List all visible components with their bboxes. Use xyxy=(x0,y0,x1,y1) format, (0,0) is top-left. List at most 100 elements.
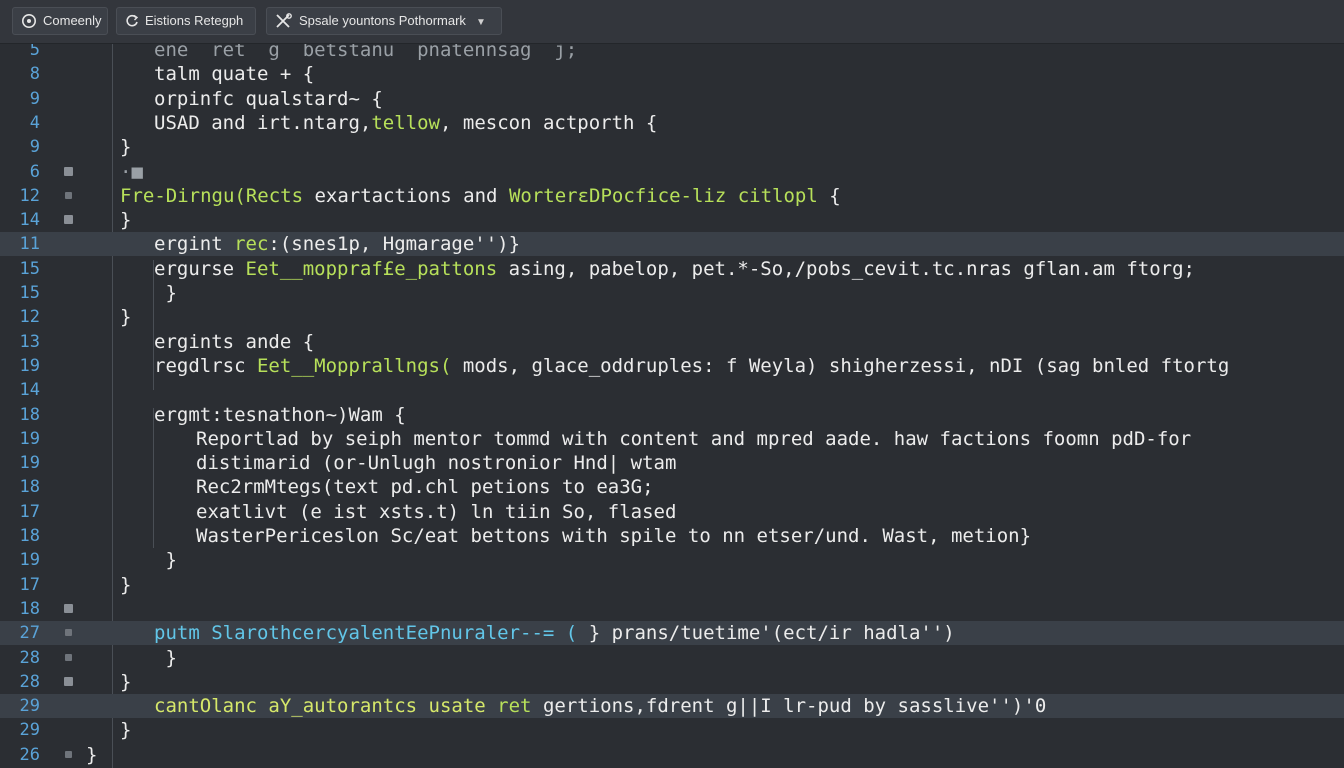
code-line[interactable]: 14} xyxy=(0,208,1344,232)
line-number[interactable]: 14 xyxy=(0,378,40,402)
line-number[interactable]: 29 xyxy=(0,718,40,742)
code-line[interactable]: 29 cantOlanc aY_autorantcs usate ret gert… xyxy=(0,694,1344,719)
code-token: } prans/tuetime'(ect/ir hadla'') xyxy=(588,622,955,645)
code-line[interactable]: 17} xyxy=(0,573,1344,597)
line-number[interactable]: 5 xyxy=(0,44,40,62)
line-number[interactable]: 18 xyxy=(0,403,40,427)
line-number[interactable]: 19 xyxy=(0,354,40,378)
code-token: Eet__Mopprallngs( xyxy=(256,354,452,377)
line-number[interactable]: 18 xyxy=(0,597,40,621)
line-number[interactable]: 19 xyxy=(0,548,40,572)
tools-dropdown[interactable]: Spsale yountons Pothormark ▼ xyxy=(266,7,502,35)
line-number[interactable]: 18 xyxy=(0,475,40,499)
fold-marker-icon[interactable] xyxy=(65,750,72,758)
code-token: gertions,fdrent g||I lr-pud by sasslive'… xyxy=(531,695,1047,718)
code-line[interactable]: 9} xyxy=(0,135,1344,159)
code-token: Eet__moppraf£e_pattons xyxy=(245,257,498,280)
code-line[interactable]: 9 orpinfc qualstard~ { xyxy=(0,87,1344,111)
code-line[interactable]: 12 Fre-Dirngu(Rects exartactions and Wort… xyxy=(0,184,1344,208)
line-number[interactable]: 8 xyxy=(0,62,40,86)
line-number[interactable]: 9 xyxy=(0,135,40,159)
line-number[interactable]: 19 xyxy=(0,427,40,451)
code-line[interactable]: 18 WasterPericeslon Sc/eat bettons with s… xyxy=(0,524,1344,548)
fold-marker-icon[interactable] xyxy=(64,215,73,225)
fold-marker-icon[interactable] xyxy=(64,166,73,176)
code-text: putm SlarothcercyalentEePnuraler--= ( } … xyxy=(154,621,955,645)
code-token: putm xyxy=(154,622,212,645)
line-number[interactable]: 4 xyxy=(0,111,40,135)
code-line[interactable]: 19 } xyxy=(0,548,1344,572)
line-number[interactable]: 18 xyxy=(0,524,40,548)
code-line[interactable]: 12} xyxy=(0,305,1344,329)
fold-marker-icon[interactable] xyxy=(64,676,73,686)
code-line[interactable]: 28 } xyxy=(0,646,1344,670)
line-number[interactable]: 15 xyxy=(0,257,40,281)
code-line[interactable]: 27 putm SlarothcercyalentEePnuraler--= ( … xyxy=(0,621,1344,646)
code-token: ergints ande { xyxy=(154,330,315,353)
code-token: distimarid (or-Unlugh nostronior Hnd| wt… xyxy=(196,452,677,475)
code-token: regdlrsc xyxy=(154,354,257,377)
fold-marker-icon[interactable] xyxy=(65,629,72,637)
code-line[interactable]: 15 ergurse Eet__moppraf£e_pattons asing, … xyxy=(0,257,1344,281)
code-token: WasterPericeslon Sc/eat bettons with spi… xyxy=(196,525,1032,547)
code-text: } xyxy=(154,281,176,305)
code-line[interactable]: 19 distimarid (or-Unlugh nostronior Hnd| … xyxy=(0,451,1344,475)
code-line[interactable]: 18 ergmt:tesnathon~)Wam { xyxy=(0,403,1344,427)
code-line[interactable]: 5 ene ret g betstanu pnatennsag j; xyxy=(0,44,1344,62)
code-text: USAD and irt.ntarg,tellow, mescon actpor… xyxy=(154,111,657,135)
code-line[interactable]: 15 } xyxy=(0,281,1344,305)
code-line[interactable]: 26} xyxy=(0,743,1344,767)
line-number[interactable]: 17 xyxy=(0,500,40,524)
code-line[interactable]: 17 exatlivt (e ist xsts.t) ln tiin So, fl… xyxy=(0,500,1344,524)
community-button[interactable]: Comeenly xyxy=(12,7,108,35)
code-token: } xyxy=(120,306,132,329)
line-number[interactable]: 15 xyxy=(0,281,40,305)
line-number[interactable]: 11 xyxy=(0,232,40,256)
code-line[interactable]: 19 Reportlad by seiph mentor tommd with c… xyxy=(0,427,1344,451)
code-token: } xyxy=(120,670,132,693)
line-number[interactable]: 14 xyxy=(0,208,40,232)
code-line[interactable]: 4 USAD and irt.ntarg,tellow, mescon actpo… xyxy=(0,111,1344,135)
line-number[interactable]: 12 xyxy=(0,184,40,208)
line-number[interactable]: 28 xyxy=(0,646,40,670)
refresh-button[interactable]: Eistions Retegph xyxy=(116,7,256,35)
code-text: } xyxy=(120,718,131,742)
code-line[interactable]: 11 ergint rec:(snes1p, Hgmarage'')} xyxy=(0,232,1344,257)
code-line[interactable]: 18 Rec2rmMtegs(text pd.chl petions to ea3… xyxy=(0,475,1344,499)
fold-marker-icon[interactable] xyxy=(65,653,72,661)
code-text: } xyxy=(120,573,131,597)
line-number[interactable]: 6 xyxy=(0,160,40,184)
code-token: ergurse xyxy=(154,257,246,280)
code-token: { xyxy=(817,184,841,207)
chat-icon xyxy=(21,13,43,28)
line-number[interactable]: 13 xyxy=(0,330,40,354)
fold-marker-icon[interactable] xyxy=(64,603,73,613)
code-text: Rec2rmMtegs(text pd.chl petions to ea3G; xyxy=(196,475,654,499)
line-number[interactable]: 12 xyxy=(0,305,40,329)
code-area[interactable]: 5 ene ret g betstanu pnatennsag j; 8 talm q… xyxy=(0,44,1344,768)
code-token: USAD xyxy=(154,111,212,134)
code-line[interactable]: 28} xyxy=(0,670,1344,694)
fold-marker-icon[interactable] xyxy=(65,191,72,199)
line-number[interactable]: 19 xyxy=(0,451,40,475)
code-text: ergint rec:(snes1p, Hgmarage'')} xyxy=(154,232,520,256)
code-token: } xyxy=(154,549,177,572)
code-token: } xyxy=(86,743,98,766)
toolbar: Comeenly Eistions Retegph Spsale younton… xyxy=(0,0,1344,44)
code-line[interactable]: 29} xyxy=(0,718,1344,742)
line-number[interactable]: 17 xyxy=(0,573,40,597)
code-token: talm quate + { xyxy=(154,63,315,86)
code-line[interactable]: 19 regdlrsc Eet__Mopprallngs( mods, glace… xyxy=(0,354,1344,378)
line-number[interactable]: 9 xyxy=(0,87,40,111)
code-line[interactable]: 8 talm quate + { xyxy=(0,62,1344,86)
line-number[interactable]: 28 xyxy=(0,670,40,694)
code-line[interactable]: 18 xyxy=(0,597,1344,621)
line-number[interactable]: 27 xyxy=(0,621,40,645)
code-line[interactable]: 13 ergints ande { xyxy=(0,330,1344,354)
line-number[interactable]: 29 xyxy=(0,694,40,718)
code-token: } xyxy=(120,136,132,159)
code-line[interactable]: 6 ·■ xyxy=(0,160,1344,184)
code-text: } xyxy=(154,548,177,572)
line-number[interactable]: 26 xyxy=(0,743,40,767)
code-line[interactable]: 14 xyxy=(0,378,1344,402)
